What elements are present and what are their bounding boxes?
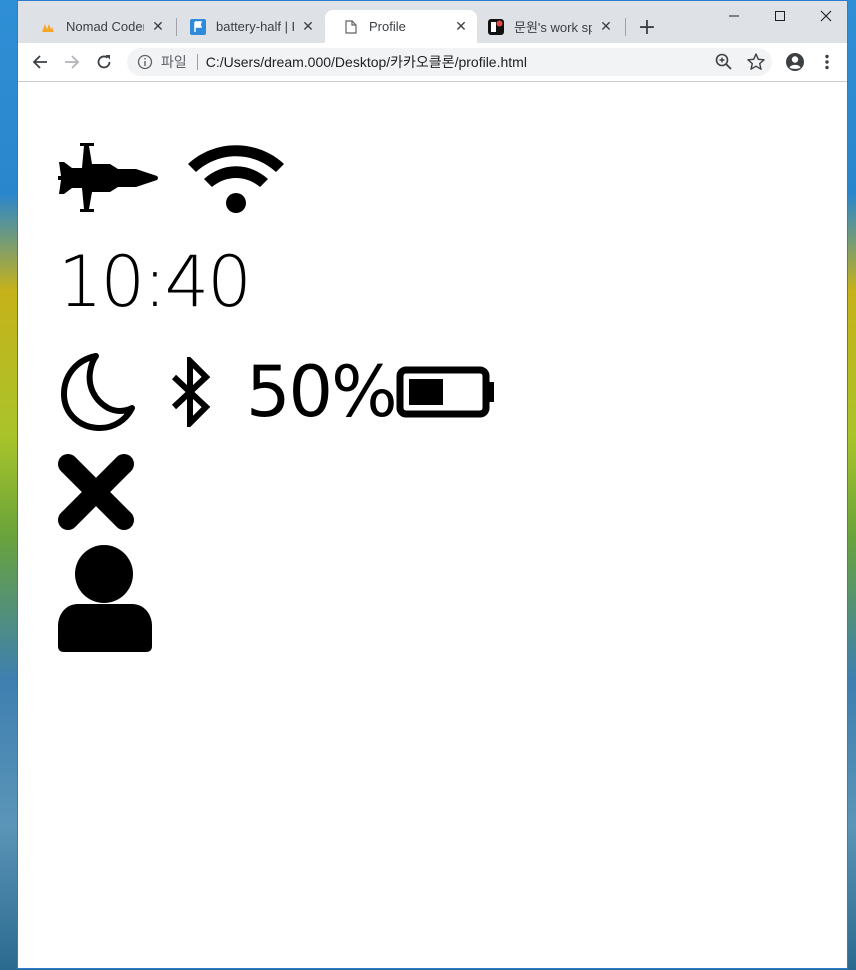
clock-time: 10:40: [58, 241, 252, 323]
account-circle-icon: [786, 53, 804, 71]
page-content: 10:40 50%: [18, 82, 847, 968]
forward-arrow-icon: [65, 55, 80, 69]
forward-button[interactable]: [59, 49, 85, 75]
status-row-2: 10:40: [58, 241, 252, 323]
bluetooth-icon: [171, 357, 211, 427]
reload-icon: [97, 55, 111, 69]
tab-title: battery-half | Fo: [216, 19, 294, 34]
zoom-icon[interactable]: [714, 52, 734, 72]
maximize-icon: [775, 11, 785, 21]
close-x-icon: [58, 454, 134, 530]
tab-profile[interactable]: Profile ✕: [325, 10, 477, 43]
battery-half-icon: [396, 366, 494, 418]
work-space-favicon: [488, 18, 504, 35]
status-row-1: [58, 142, 288, 214]
battery-fill: [408, 379, 443, 405]
more-vert-icon: [825, 54, 829, 70]
close-tab-icon[interactable]: ✕: [598, 18, 614, 35]
reload-button[interactable]: [91, 49, 117, 75]
browser-window: Nomad Coders ✕ battery-half | Fo ✕ Profi…: [17, 0, 848, 969]
status-row-3: 50%: [58, 351, 496, 433]
menu-button[interactable]: [814, 49, 840, 75]
address-bar[interactable]: 파일 C:/Users/dream.000/Desktop/카카오클론/prof…: [127, 48, 772, 76]
minimize-button[interactable]: [711, 1, 757, 31]
window-close-icon: [820, 10, 832, 22]
info-icon[interactable]: [137, 54, 153, 70]
maximize-button[interactable]: [757, 1, 803, 31]
minimize-icon: [729, 15, 739, 17]
back-button[interactable]: [27, 49, 53, 75]
browser-toolbar: 파일 C:/Users/dream.000/Desktop/카카오클론/prof…: [18, 43, 847, 82]
close-tab-icon[interactable]: ✕: [300, 18, 316, 35]
flag-favicon: [190, 18, 206, 35]
status-row-5: [58, 544, 154, 652]
tab-battery-half[interactable]: battery-half | Fo ✕: [172, 10, 324, 43]
tab-separator: [625, 18, 626, 36]
url-text[interactable]: C:/Users/dream.000/Desktop/카카오클론/profile…: [206, 52, 714, 72]
close-tab-icon[interactable]: ✕: [150, 18, 166, 35]
tab-work-space[interactable]: 문원's work spa ✕: [470, 10, 622, 43]
tab-title: Nomad Coders: [66, 19, 144, 34]
nomad-coders-favicon: [40, 19, 56, 35]
window-close-button[interactable]: [803, 1, 849, 31]
profile-button[interactable]: [782, 49, 808, 75]
bookmark-star-icon[interactable]: [746, 52, 766, 72]
airplane-icon: [58, 143, 158, 212]
file-icon: [343, 19, 359, 35]
tab-title: 문원's work spa: [514, 20, 592, 35]
new-tab-button[interactable]: +: [635, 15, 659, 40]
user-icon: [58, 545, 152, 652]
tab-nomad-coders[interactable]: Nomad Coders ✕: [22, 10, 174, 43]
battery-percent-label: 50%: [246, 351, 398, 433]
url-divider: [196, 54, 198, 70]
status-row-4: [58, 454, 134, 530]
wifi-icon: [188, 145, 284, 213]
moon-icon: [61, 353, 135, 431]
url-scheme-label: 파일: [161, 54, 187, 70]
tab-strip: Nomad Coders ✕ battery-half | Fo ✕ Profi…: [18, 1, 847, 43]
close-tab-icon[interactable]: ✕: [453, 18, 469, 35]
back-arrow-icon: [32, 55, 47, 69]
tab-title: Profile: [369, 19, 406, 34]
